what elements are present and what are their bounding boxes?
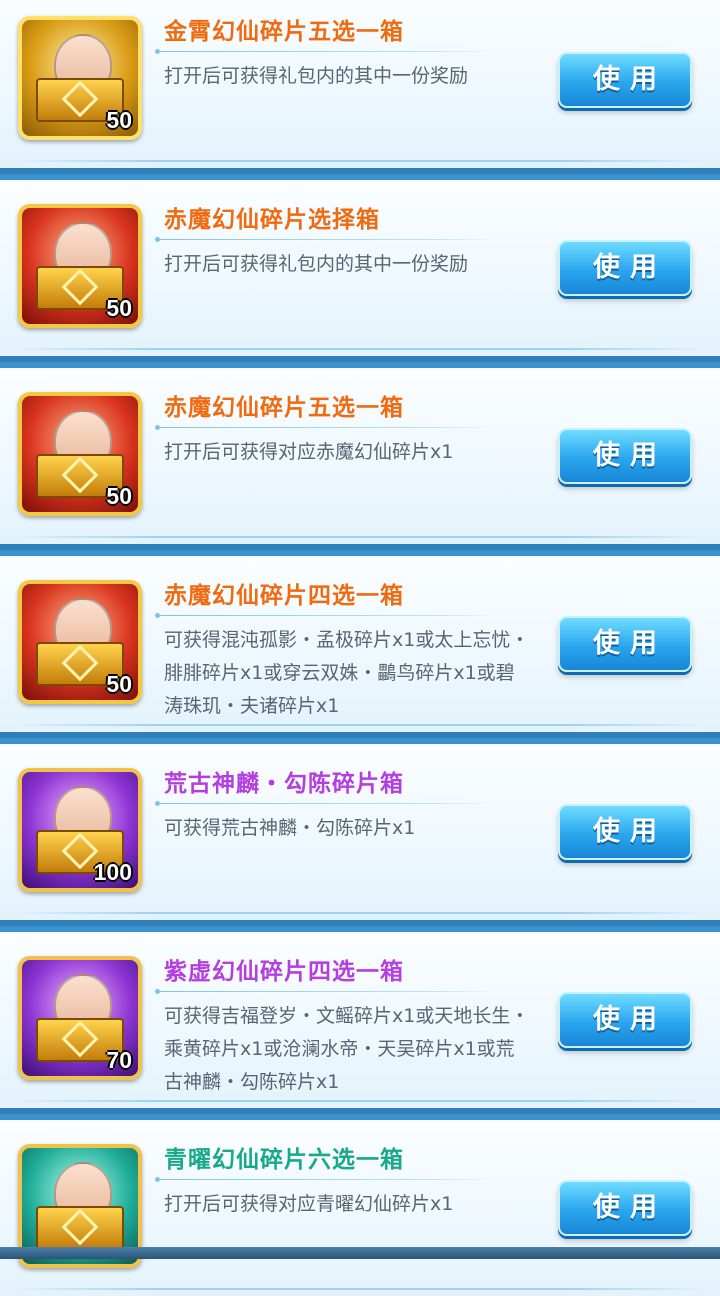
item-count: 100: [93, 859, 132, 885]
item-count: 70: [106, 1047, 132, 1073]
use-button[interactable]: 使用: [558, 52, 692, 108]
title-divider: [155, 49, 498, 54]
treasure-chest-icon[interactable]: 50: [18, 16, 142, 140]
item-description: 打开后可获得对应青曜幻仙碎片x1: [164, 1193, 454, 1215]
item-count: 50: [106, 107, 132, 133]
item-card: 100 荒古神麟・勾陈碎片箱可获得荒古神麟・勾陈碎片x1 使用: [0, 738, 720, 920]
item-title: 赤魔幻仙碎片选择箱: [164, 207, 380, 233]
item-title: 紫虚幻仙碎片四选一箱: [164, 959, 404, 985]
title-divider: [155, 425, 498, 430]
item-title: 赤魔幻仙碎片五选一箱: [164, 395, 404, 421]
use-button[interactable]: 使用: [558, 992, 692, 1048]
use-button[interactable]: 使用: [558, 1180, 692, 1236]
item-description: 打开后可获得礼包内的其中一份奖励: [164, 65, 469, 87]
use-button[interactable]: 使用: [558, 804, 692, 860]
item-description: 可获得荒古神麟・勾陈碎片x1: [164, 817, 416, 839]
item-title: 金霄幻仙碎片五选一箱: [164, 19, 404, 45]
item-count: 50: [106, 671, 132, 697]
item-card: 50 赤魔幻仙碎片五选一箱打开后可获得对应赤魔幻仙碎片x1 使用: [0, 362, 720, 544]
item-count: 50: [106, 295, 132, 321]
treasure-chest-icon[interactable]: 100: [18, 768, 142, 892]
treasure-chest-icon[interactable]: 70: [18, 956, 142, 1080]
title-divider: [155, 801, 498, 806]
item-description: 可获得吉福登岁・文鳐碎片x1或天地长生・ 乘黄碎片x1或沧澜水帝・天吴碎片x1或…: [164, 1005, 530, 1093]
title-divider: [155, 613, 498, 618]
use-button[interactable]: 使用: [558, 428, 692, 484]
item-card: 50 金霄幻仙碎片五选一箱打开后可获得礼包内的其中一份奖励 使用: [0, 0, 720, 168]
item-list[interactable]: 50 金霄幻仙碎片五选一箱 打开后可获得礼包内的其中一份奖励 使用 50 赤魔幻仙碎片选择…: [0, 0, 720, 1296]
item-title: 青曜幻仙碎片六选一箱: [164, 1147, 404, 1173]
title-divider: [155, 237, 498, 242]
bottom-bar: [0, 1247, 720, 1259]
title-divider: [155, 1177, 498, 1182]
item-description: 打开后可获得礼包内的其中一份奖励: [164, 253, 469, 275]
item-card: 青曜幻仙碎片六选一箱打开后可获得对应青曜幻仙碎片x1 使用: [0, 1114, 720, 1296]
item-title: 荒古神麟・勾陈碎片箱: [164, 771, 404, 797]
item-card: 50 赤魔幻仙碎片四选一箱可获得混沌孤影・孟极碎片x1或太上忘忧・ 腓腓碎片x1或…: [0, 550, 720, 732]
item-description: 打开后可获得对应赤魔幻仙碎片x1: [164, 441, 454, 463]
use-button[interactable]: 使用: [558, 240, 692, 296]
item-card: 70 紫虚幻仙碎片四选一箱可获得吉福登岁・文鳐碎片x1或天地长生・ 乘黄碎片x1或…: [0, 926, 720, 1108]
item-count: 50: [106, 483, 132, 509]
item-card: 50 赤魔幻仙碎片选择箱打开后可获得礼包内的其中一份奖励 使用: [0, 174, 720, 356]
chest-body: [36, 1206, 124, 1250]
treasure-chest-icon[interactable]: 50: [18, 580, 142, 704]
treasure-chest-icon[interactable]: 50: [18, 204, 142, 328]
item-description: 可获得混沌孤影・孟极碎片x1或太上忘忧・ 腓腓碎片x1或穿云双姝・鸓鸟碎片x1或…: [164, 629, 530, 717]
item-title: 赤魔幻仙碎片四选一箱: [164, 583, 404, 609]
use-button[interactable]: 使用: [558, 616, 692, 672]
title-divider: [155, 989, 498, 994]
treasure-chest-icon[interactable]: 50: [18, 392, 142, 516]
